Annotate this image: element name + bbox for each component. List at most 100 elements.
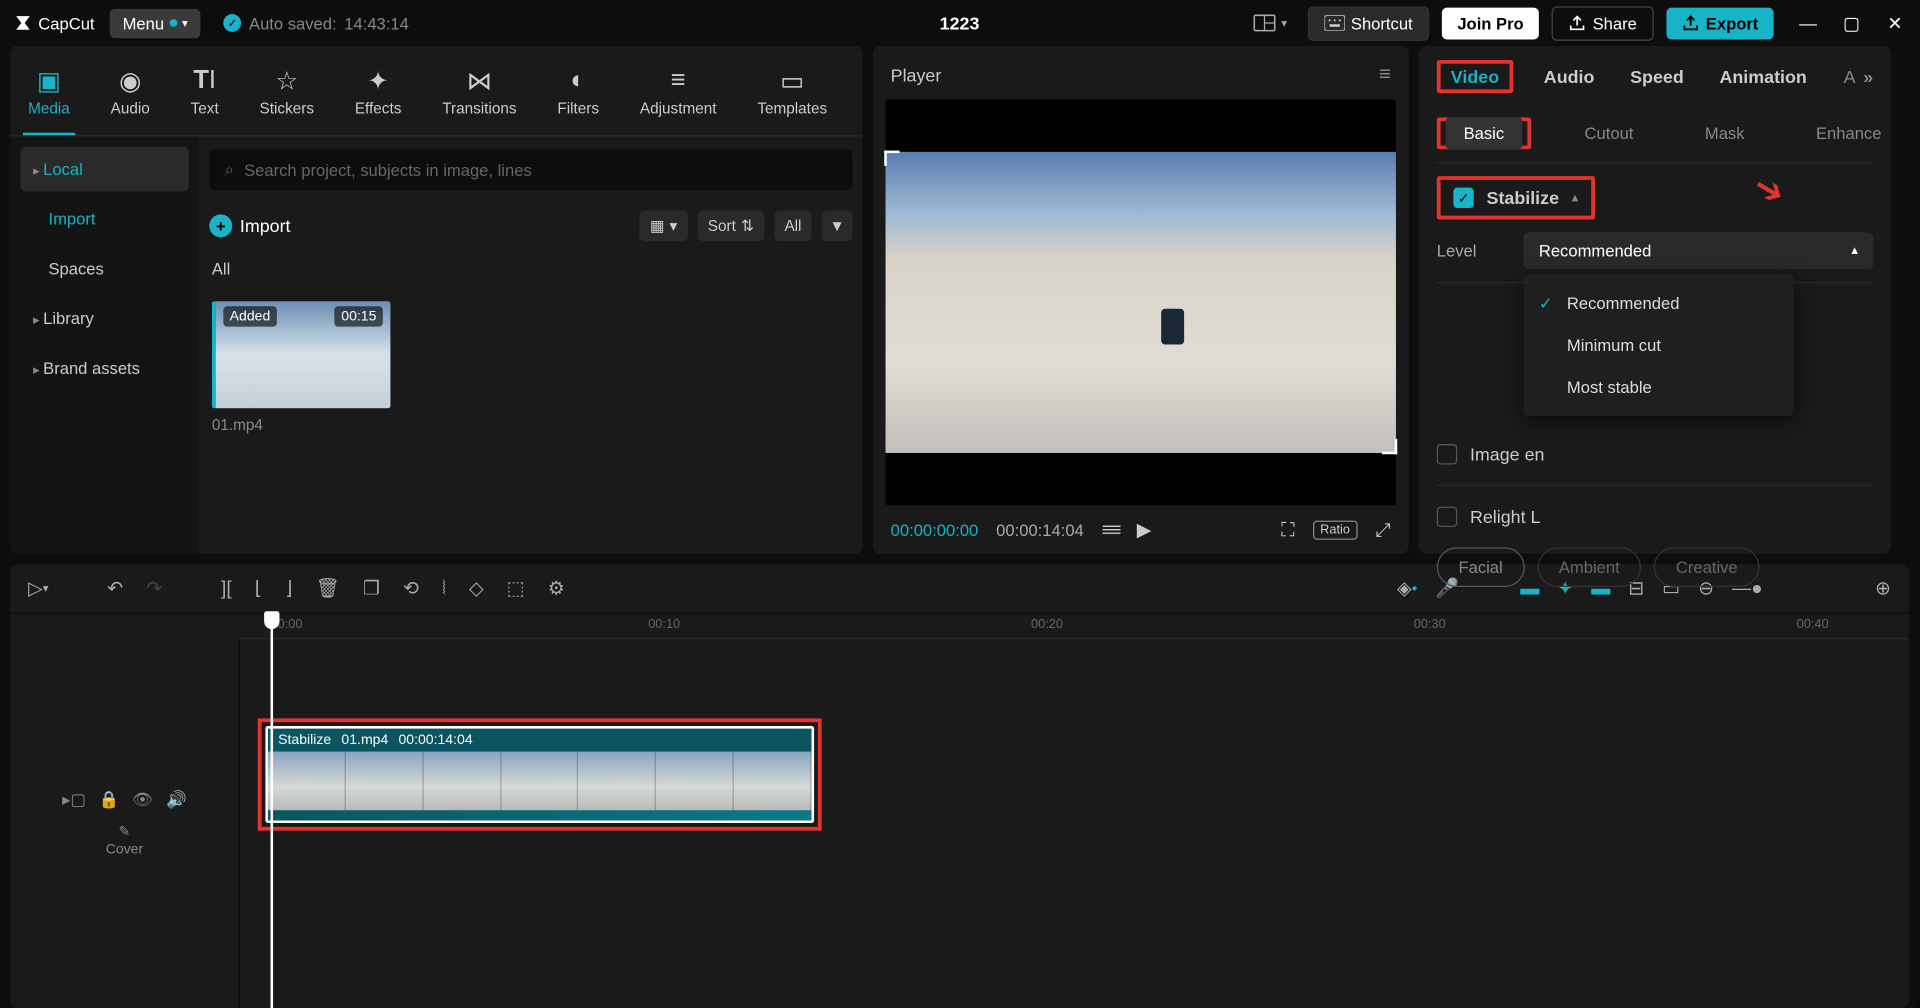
timecode-current: 00:00:00:00 (891, 520, 979, 539)
reverse-tool[interactable]: ⟲ (403, 577, 419, 600)
export-button[interactable]: Export (1666, 7, 1773, 39)
share-icon (1568, 14, 1586, 32)
audio-icon: ◉ (119, 66, 141, 94)
subtab-basic[interactable]: Basic (1446, 117, 1522, 149)
tab-audio-prop[interactable]: Audio (1539, 59, 1600, 95)
ratio-button[interactable]: Ratio (1313, 520, 1358, 539)
more-tabs[interactable]: A » (1844, 66, 1874, 86)
trim-left-tool[interactable]: ⌊ (255, 577, 262, 600)
sidebar-item-local[interactable]: Local (20, 147, 188, 192)
templates-icon: ▭ (780, 66, 804, 94)
marker-tool[interactable]: ◈• (1397, 577, 1417, 600)
cover-button[interactable]: ✎ Cover (106, 823, 143, 857)
annotation-box (258, 718, 822, 830)
split-tool[interactable]: ]​[ (221, 577, 232, 599)
view-mode-button[interactable]: ▦▾ (640, 211, 688, 242)
zoom-in[interactable]: ⊕ (1875, 577, 1891, 600)
track-mute-icon[interactable]: 🔊 (166, 790, 187, 810)
fullscreen-button[interactable]: ⤢ (1376, 519, 1391, 541)
subtab-mask[interactable]: Mask (1687, 117, 1762, 149)
crop-tool[interactable]: ⬚ (507, 577, 525, 600)
filter-all-button[interactable]: All (774, 211, 811, 242)
share-label: Share (1593, 13, 1637, 32)
tab-stickers[interactable]: ☆Stickers (254, 56, 319, 135)
tab-effects[interactable]: ✦Effects (350, 56, 407, 135)
delete-tool[interactable]: 🗑 (316, 577, 340, 600)
sidebar-item-brand-assets[interactable]: Brand assets (20, 346, 188, 391)
track-visibility-icon[interactable]: 👁 (132, 790, 153, 810)
app-logo: CapCut (13, 13, 95, 33)
clip-thumbnail: Added 00:15 (212, 301, 391, 408)
layout-button[interactable]: ▾ (1246, 9, 1295, 37)
share-button[interactable]: Share (1552, 6, 1654, 40)
tab-templates[interactable]: ▭Templates (752, 56, 832, 135)
menu-label: Menu (123, 13, 165, 32)
project-name[interactable]: 1223 (940, 13, 980, 33)
pill-ambient[interactable]: Ambient (1537, 547, 1641, 587)
copy-tool[interactable]: ❐ (363, 577, 380, 600)
auto-tool[interactable]: ⚙ (548, 577, 565, 600)
sort-button[interactable]: Sort ⇅ (698, 211, 764, 242)
close-button[interactable]: ✕ (1883, 12, 1906, 34)
menu-dot-icon (169, 19, 177, 27)
subtab-cutout[interactable]: Cutout (1567, 117, 1652, 149)
tab-animation[interactable]: Animation (1714, 59, 1812, 95)
rotate-tool[interactable]: ◇ (469, 577, 484, 600)
level-option-minimum[interactable]: Minimum cut (1524, 324, 1795, 366)
trim-right-tool[interactable]: ⌋ (285, 577, 292, 600)
search-input[interactable]: ⌕ Search project, subjects in image, lin… (209, 149, 852, 190)
tab-filters[interactable]: ◐Filters (552, 56, 604, 135)
tab-transitions[interactable]: ⋈Transitions (437, 56, 522, 135)
media-sidebar: Local Import Spaces Library Brand assets (10, 137, 199, 554)
tab-text[interactable]: TIText (186, 56, 224, 135)
play-button[interactable]: ▶ (1137, 518, 1152, 541)
level-option-recommended[interactable]: Recommended (1524, 282, 1795, 324)
mirror-tool[interactable]: ⦚ (442, 577, 446, 599)
track-lock-icon[interactable]: 🔒 (99, 790, 120, 810)
relight-checkbox[interactable] (1437, 507, 1457, 527)
subtab-enhance[interactable]: Enhance (1798, 117, 1899, 149)
filter-button[interactable]: ▼ (822, 211, 852, 242)
redo-button[interactable]: ↷ (146, 577, 162, 600)
tab-media[interactable]: ▣Media (23, 56, 75, 135)
filter-label: All (199, 249, 863, 289)
sidebar-item-spaces[interactable]: Spaces (20, 246, 188, 291)
list-icon[interactable]: ≡≡ (1102, 519, 1119, 541)
filters-icon: ◐ (570, 66, 585, 94)
collapse-icon[interactable]: ▴ (1572, 191, 1578, 205)
timeline-tracks[interactable]: Stabilize 01.mp4 00:00:14:04 (240, 639, 1909, 1008)
timeline-ruler[interactable]: 00:00 00:10 00:20 00:30 00:40 (240, 614, 1909, 640)
timecode-total: 00:00:14:04 (996, 520, 1084, 539)
menu-button[interactable]: Menu ▾ (110, 8, 201, 37)
media-clip[interactable]: Added 00:15 01.mp4 (212, 301, 391, 434)
tab-video[interactable]: Video (1446, 59, 1505, 95)
player-menu-icon[interactable]: ≡ (1379, 64, 1391, 87)
grid-icon: ▦ (650, 217, 664, 235)
pill-facial[interactable]: Facial (1437, 547, 1525, 587)
stabilize-label: Stabilize (1487, 188, 1559, 208)
import-label: Import (240, 216, 291, 236)
player-viewport[interactable] (886, 100, 1396, 506)
tab-speed[interactable]: Speed (1625, 59, 1689, 95)
maximize-button[interactable]: ▢ (1840, 12, 1863, 34)
scale-icon[interactable]: ⛶ (1281, 519, 1294, 541)
stabilize-checkbox[interactable]: ✓ (1453, 188, 1473, 208)
sidebar-item-import[interactable]: Import (20, 197, 188, 242)
level-dropdown[interactable]: Recommended ▴ (1524, 232, 1874, 269)
autosave-status: ✓ Auto saved: 14:43:14 (223, 13, 408, 32)
playhead[interactable] (271, 614, 274, 1008)
sidebar-item-library[interactable]: Library (20, 296, 188, 341)
import-button[interactable]: + Import (209, 214, 290, 237)
ruler-mark: 00:10 (648, 618, 680, 632)
tab-audio[interactable]: ◉Audio (106, 56, 155, 135)
minimize-button[interactable]: — (1797, 12, 1820, 34)
image-enhance-checkbox[interactable] (1437, 444, 1457, 464)
pill-creative[interactable]: Creative (1654, 547, 1759, 587)
track-preview-icon[interactable]: ▸▢ (62, 790, 86, 810)
level-option-most-stable[interactable]: Most stable (1524, 366, 1795, 408)
undo-button[interactable]: ↶ (107, 577, 123, 600)
join-pro-button[interactable]: Join Pro (1442, 7, 1539, 39)
tab-adjustment[interactable]: ≡Adjustment (635, 56, 722, 135)
selection-tool[interactable]: ▷ ▾ (28, 577, 49, 600)
shortcut-button[interactable]: Shortcut (1308, 6, 1430, 40)
